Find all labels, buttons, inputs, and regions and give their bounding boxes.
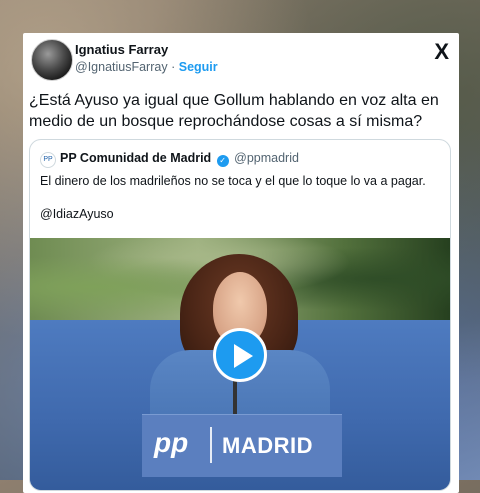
play-button[interactable]	[213, 328, 267, 382]
podium: pp MADRID	[142, 414, 342, 477]
quote-mention[interactable]: @IdiazAyuso	[40, 207, 114, 221]
author-name[interactable]: Ignatius Farray	[75, 42, 168, 57]
podium-madrid-text: MADRID	[222, 433, 313, 458]
tweet-card: Ignatius Farray @IgnatiusFarray · Seguir…	[23, 33, 459, 493]
quote-header: PP Comunidad de Madrid ✓ @ppmadrid	[60, 151, 299, 167]
pp-logo: pp	[154, 427, 189, 458]
quote-author-name[interactable]: PP Comunidad de Madrid	[60, 151, 211, 165]
author-handle[interactable]: @IgnatiusFarray	[75, 60, 168, 74]
podium-divider	[210, 427, 212, 463]
follow-button[interactable]: Seguir	[179, 60, 218, 74]
quoted-tweet[interactable]: PP PP Comunidad de Madrid ✓ @ppmadrid El…	[29, 139, 451, 491]
x-logo-icon[interactable]: X	[434, 39, 449, 65]
author-avatar[interactable]	[31, 39, 73, 81]
video-thumbnail[interactable]: pp MADRID	[30, 238, 450, 490]
meta-separator: ·	[171, 60, 176, 74]
tweet-text: ¿Está Ayuso ya igual que Gollum hablando…	[29, 92, 439, 130]
quote-text: El dinero de los madrileños no se toca y…	[40, 174, 426, 188]
author-meta: @IgnatiusFarray · Seguir	[75, 60, 218, 74]
quote-avatar[interactable]: PP	[40, 152, 56, 168]
quote-author-handle[interactable]: @ppmadrid	[234, 151, 299, 165]
play-icon	[234, 344, 253, 368]
verified-badge-icon: ✓	[216, 155, 229, 167]
